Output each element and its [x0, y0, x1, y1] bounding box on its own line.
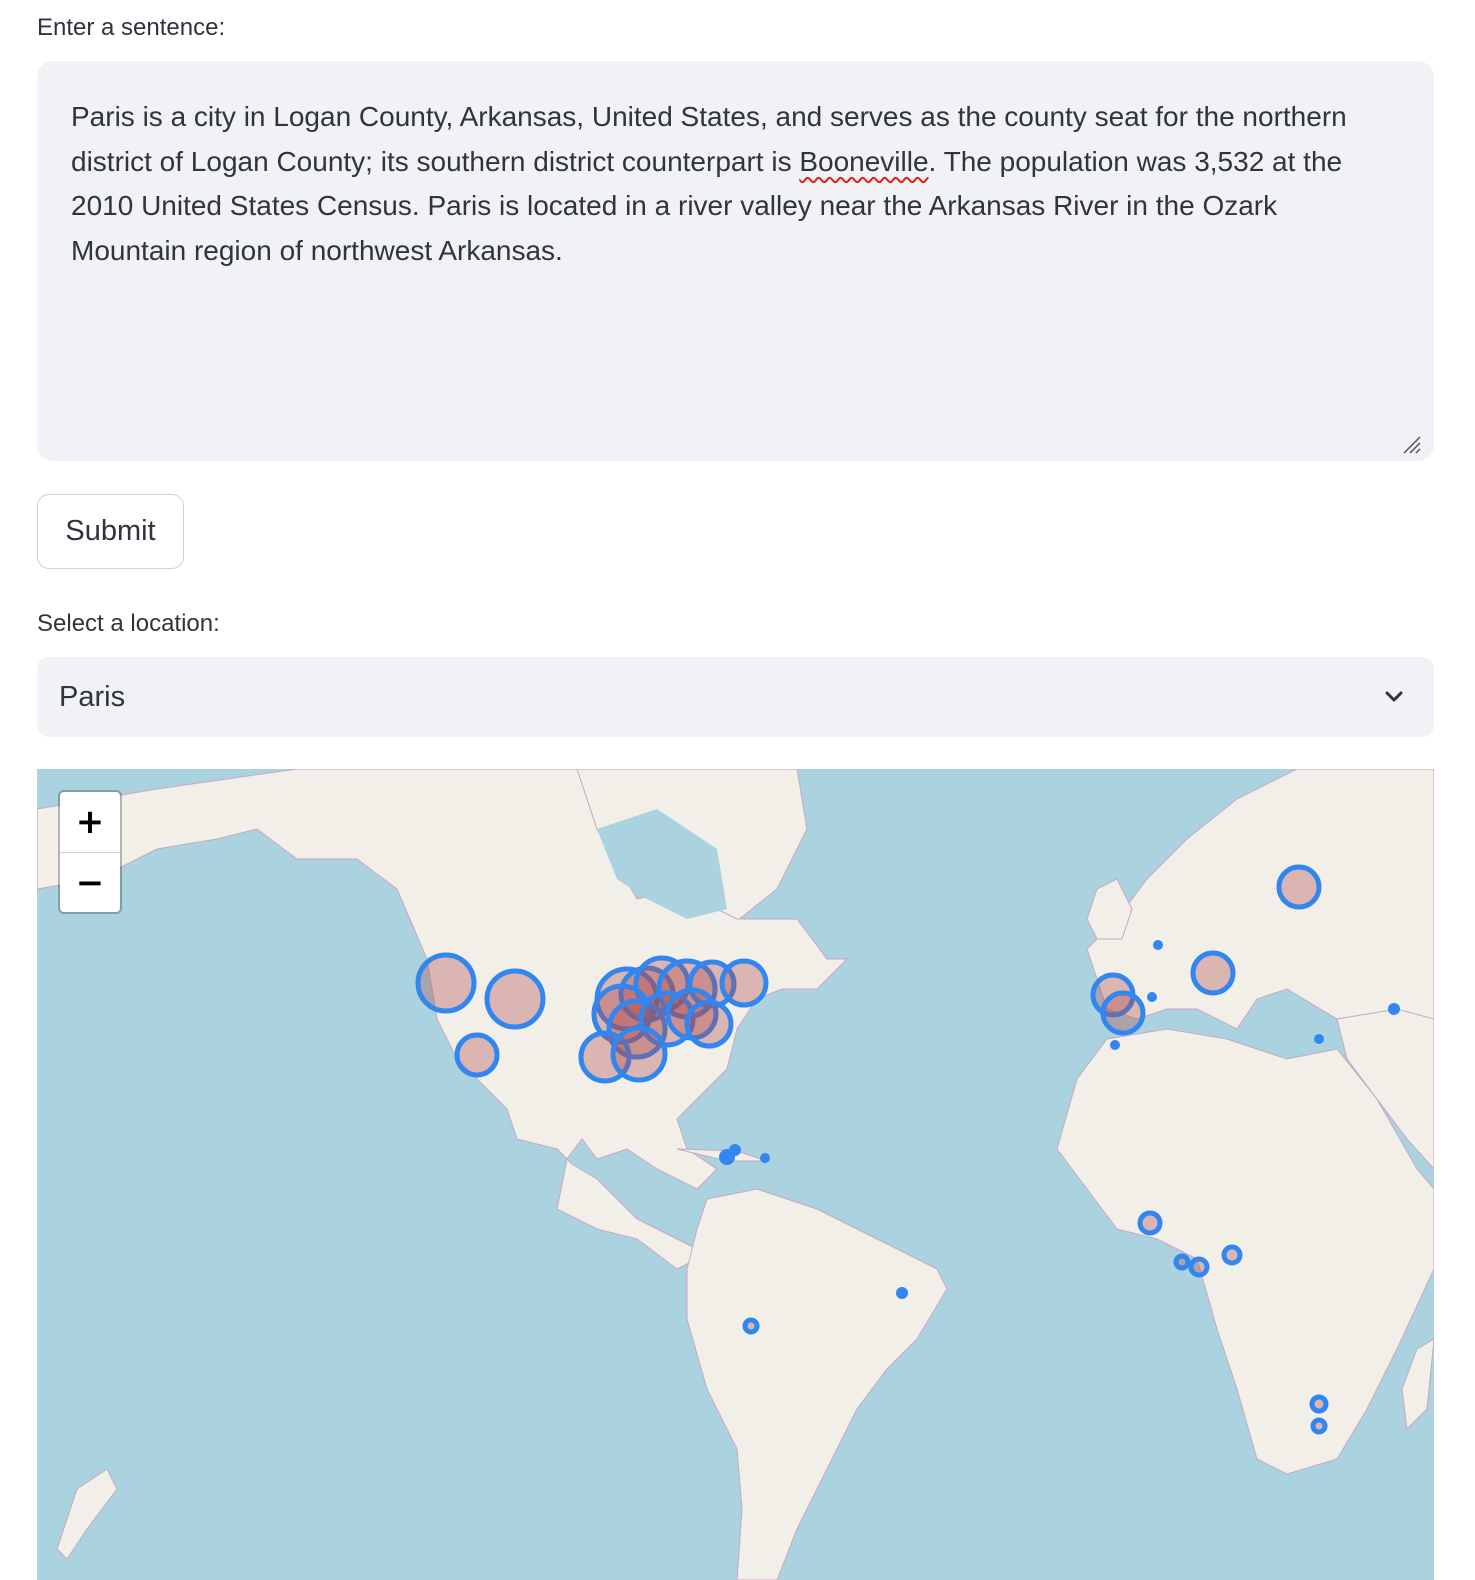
chevron-down-icon [1385, 691, 1403, 702]
world-map[interactable] [37, 769, 1434, 1580]
location-select[interactable]: Paris [37, 657, 1434, 737]
select-location-label: Select a location: [37, 610, 220, 637]
resize-handle-icon[interactable] [1400, 433, 1422, 455]
submit-button[interactable]: Submit [37, 494, 184, 569]
zoom-in-button[interactable]: + [60, 792, 120, 853]
location-select-value: Paris [59, 680, 126, 713]
sentence-misspelled-word: Booneville [799, 145, 929, 177]
map-land [37, 769, 1434, 1580]
zoom-out-button[interactable]: − [60, 853, 120, 912]
zoom-control: + − [58, 790, 122, 914]
sentence-textarea[interactable]: Paris is a city in Logan County, Arkansa… [37, 61, 1434, 461]
sentence-label: Enter a sentence: [37, 14, 226, 41]
